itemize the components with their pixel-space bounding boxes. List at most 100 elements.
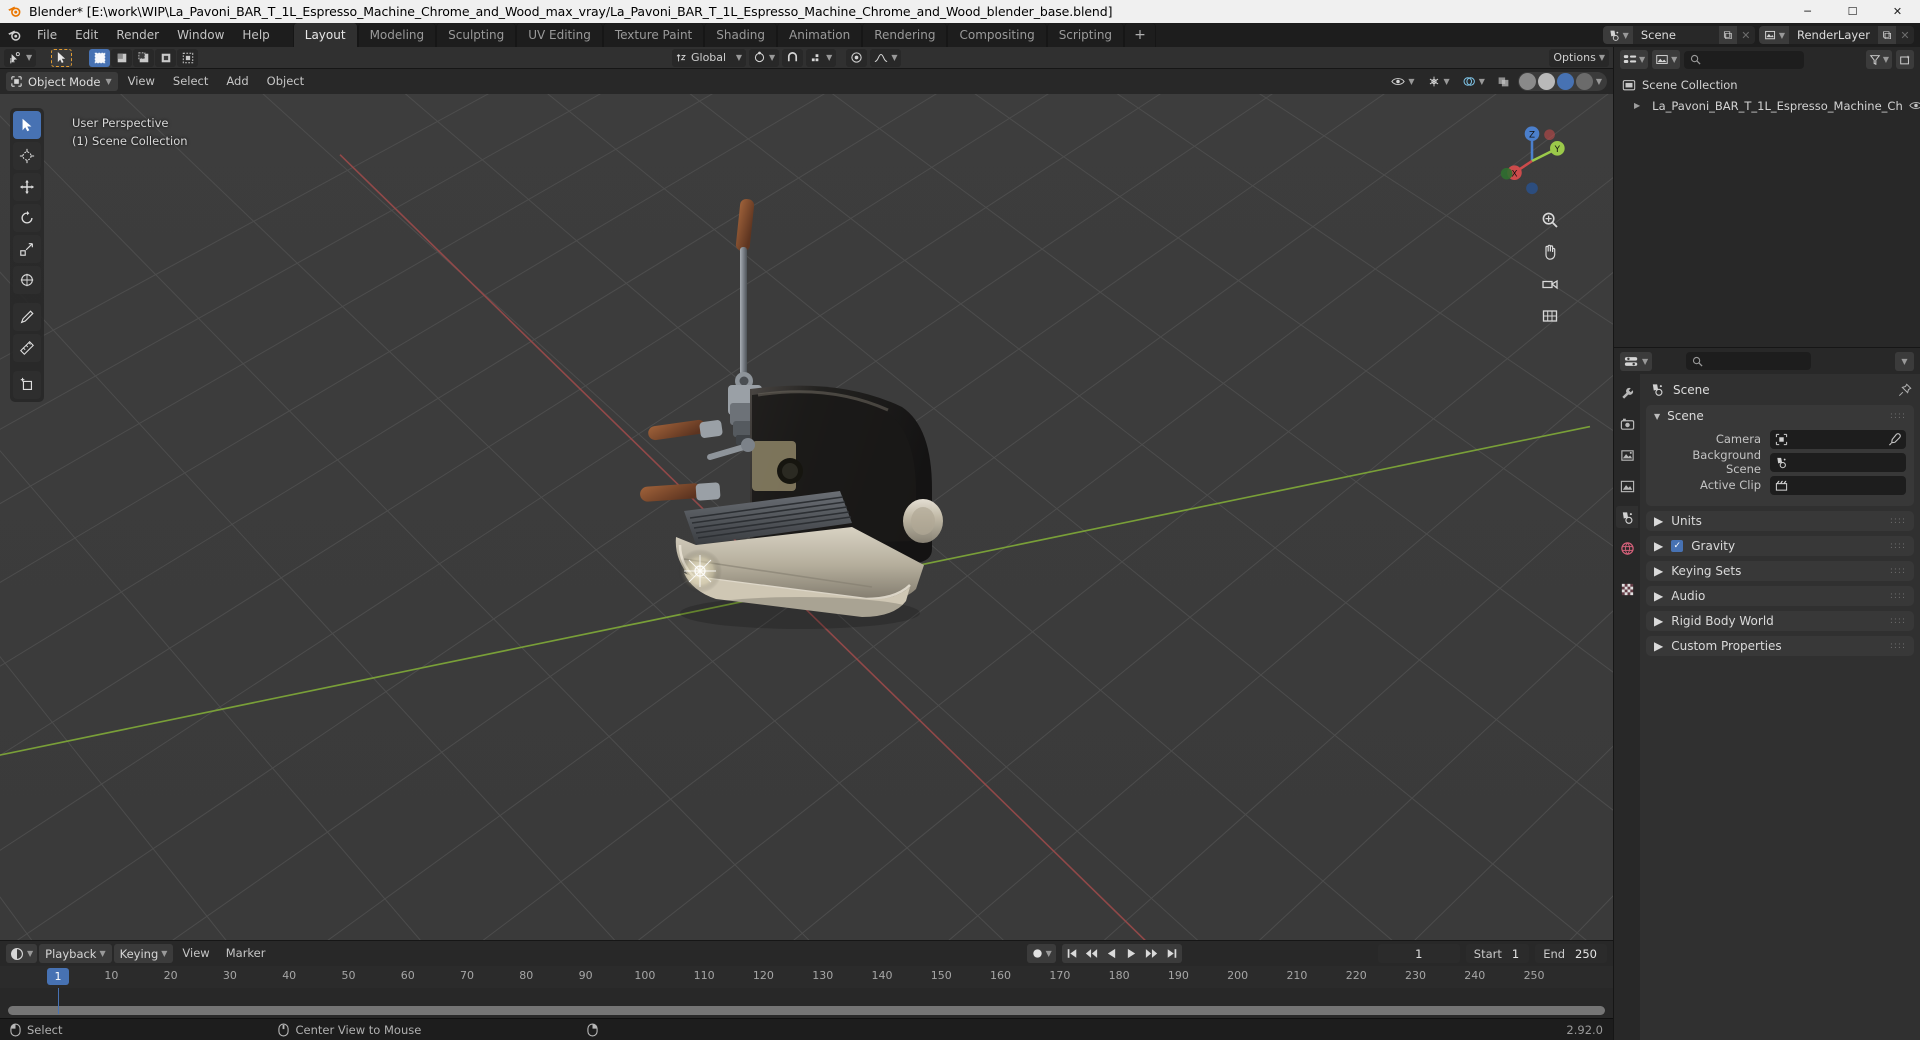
current-frame-indicator[interactable]: 1 [47, 968, 69, 985]
tab-animation[interactable]: Animation [777, 23, 863, 47]
current-frame-field[interactable]: 1 [1377, 944, 1460, 963]
viewport-menu-select[interactable]: Select [165, 72, 216, 91]
expand-triangle-icon[interactable]: ▶ [1654, 614, 1663, 628]
zoom-view-button[interactable] [1539, 209, 1561, 231]
shading-solid-button[interactable] [1537, 73, 1555, 90]
timeline-horizontal-scrollbar[interactable] [8, 1006, 1605, 1015]
end-frame-field[interactable]: End 250 [1535, 944, 1607, 963]
outliner-filter-button[interactable]: ▼ [1865, 50, 1892, 69]
select-subtract-button[interactable] [133, 48, 155, 67]
jump-to-end-button[interactable] [1162, 944, 1182, 963]
panel-rigid-body-world[interactable]: ▶ Rigid Body World :::: [1646, 611, 1914, 631]
expand-triangle-icon[interactable]: ▶ [1654, 589, 1663, 603]
select-invert-button[interactable] [155, 48, 177, 67]
properties-tab-render[interactable] [1616, 413, 1638, 435]
tab-modeling[interactable]: Modeling [357, 23, 437, 47]
maximize-button[interactable]: ☐ [1830, 0, 1875, 23]
outliner-row-object[interactable]: ▶ La_Pavoni_BAR_T_1L_Espresso_Machine_Ch [1614, 95, 1920, 116]
properties-tab-world[interactable] [1616, 537, 1638, 559]
expand-triangle-icon[interactable]: ▶ [1654, 514, 1663, 528]
interaction-mode-selector[interactable]: Object Mode ▼ [6, 72, 118, 91]
shading-wireframe-button[interactable] [1518, 73, 1536, 90]
select-extend-button[interactable] [111, 48, 133, 67]
toggle-orthographic-button[interactable] [1539, 305, 1561, 327]
properties-tab-tool[interactable] [1616, 382, 1638, 404]
outliner-display-mode-button[interactable]: ▼ [1652, 50, 1681, 69]
tab-layout[interactable]: Layout [292, 23, 358, 47]
snap-toggle-button[interactable] [782, 48, 804, 67]
playback-menu[interactable]: Playback ▼ [39, 944, 112, 963]
viewport-options-button[interactable]: Options ▼ [1549, 48, 1609, 67]
expand-triangle-icon[interactable]: ▶ [1654, 564, 1663, 578]
add-workspace-button[interactable]: + [1124, 23, 1156, 47]
timeline-ruler[interactable]: 1 10 20 30 40 50 60 70 80 90 100 110 120 130 140 150 16… [0, 966, 1613, 988]
blender-menu-button[interactable] [0, 23, 28, 47]
scene-selector[interactable]: ▼ Scene ⧉ ✕ [1602, 26, 1755, 44]
panel-audio[interactable]: ▶ Audio :::: [1646, 586, 1914, 606]
camera-view-button[interactable] [1539, 273, 1561, 295]
remove-viewlayer-button[interactable]: ✕ [1896, 26, 1914, 44]
pivot-point-selector[interactable]: ▼ [749, 48, 780, 67]
select-new-button[interactable] [89, 48, 111, 67]
next-keyframe-button[interactable] [1142, 944, 1162, 963]
prev-keyframe-button[interactable] [1082, 944, 1102, 963]
outliner-search-input[interactable] [1684, 50, 1805, 69]
navigation-gizmo[interactable]: Z Y X [1493, 122, 1571, 200]
properties-options-button[interactable]: ▼ [1895, 351, 1914, 371]
jump-to-start-button[interactable] [1062, 944, 1082, 963]
tool-cursor[interactable] [13, 142, 41, 170]
new-scene-button[interactable]: ⧉ [1718, 26, 1737, 44]
tool-move[interactable] [13, 173, 41, 201]
shading-rendered-button[interactable] [1575, 73, 1593, 90]
proportional-falloff-selector[interactable]: ▼ [870, 48, 902, 67]
menu-edit[interactable]: Edit [66, 23, 107, 47]
viewport-menu-object[interactable]: Object [259, 72, 312, 91]
3d-viewport[interactable]: User Perspective (1) Scene Collection Z … [0, 94, 1613, 940]
scene-icon[interactable]: ▼ [1602, 26, 1633, 44]
auto-keying-button[interactable]: ▼ [1026, 944, 1056, 963]
panel-gravity[interactable]: ▶ ✓ Gravity :::: [1646, 536, 1914, 556]
shading-material-button[interactable] [1556, 73, 1574, 90]
xray-toggle-button[interactable] [1492, 72, 1514, 91]
timeline-editor-type-button[interactable]: ▼ [6, 944, 38, 963]
new-viewlayer-button[interactable]: ⧉ [1878, 26, 1896, 44]
tool-rotate[interactable] [13, 204, 41, 232]
overlays-selector[interactable]: ▼ [1457, 72, 1489, 91]
tool-tweak-select[interactable] [13, 111, 41, 139]
properties-tab-output[interactable] [1616, 444, 1638, 466]
gizmo-selector[interactable]: ▼ [1422, 72, 1454, 91]
outliner-row-scene-collection[interactable]: Scene Collection [1614, 74, 1920, 95]
menu-render[interactable]: Render [107, 23, 168, 47]
viewlayer-selector[interactable]: ▼ RenderLayer ⧉ ✕ [1758, 26, 1914, 44]
tool-add-cube[interactable] [13, 371, 41, 399]
active-tool-selector[interactable]: ▼ [4, 48, 37, 67]
tab-texture-paint[interactable]: Texture Paint [602, 23, 705, 47]
properties-tab-scene[interactable] [1616, 506, 1638, 528]
tool-scale[interactable] [13, 235, 41, 263]
tab-scripting[interactable]: Scripting [1046, 23, 1125, 47]
tool-measure[interactable] [13, 334, 41, 362]
keying-menu[interactable]: Keying ▼ [113, 944, 174, 963]
close-button[interactable]: ✕ [1875, 0, 1920, 23]
tab-uv-editing[interactable]: UV Editing [516, 23, 603, 47]
visibility-selector[interactable]: ▼ [1387, 72, 1419, 91]
viewport-menu-view[interactable]: View [120, 72, 163, 91]
visibility-toggle[interactable] [1909, 100, 1920, 111]
pin-icon[interactable] [1898, 382, 1912, 397]
panel-keying-sets[interactable]: ▶ Keying Sets :::: [1646, 561, 1914, 581]
expand-triangle-icon[interactable]: ▶ [1634, 101, 1640, 110]
viewport-menu-add[interactable]: Add [218, 72, 256, 91]
camera-field[interactable] [1770, 429, 1906, 449]
proportional-edit-toggle[interactable] [846, 48, 868, 67]
panel-custom-properties[interactable]: ▶ Custom Properties :::: [1646, 636, 1914, 656]
tab-sculpting[interactable]: Sculpting [436, 23, 517, 47]
panel-units[interactable]: ▶ Units :::: [1646, 511, 1914, 531]
panel-scene-header[interactable]: ▼ Scene :::: [1646, 405, 1914, 427]
outliner-new-collection-button[interactable] [1896, 50, 1914, 69]
properties-editor-type-button[interactable]: ▼ [1620, 351, 1653, 371]
background-scene-field[interactable] [1770, 452, 1906, 472]
timeline-menu-view[interactable]: View [175, 944, 216, 963]
tool-annotate[interactable] [13, 303, 41, 331]
active-clip-field[interactable] [1770, 475, 1906, 495]
tab-compositing[interactable]: Compositing [947, 23, 1047, 47]
